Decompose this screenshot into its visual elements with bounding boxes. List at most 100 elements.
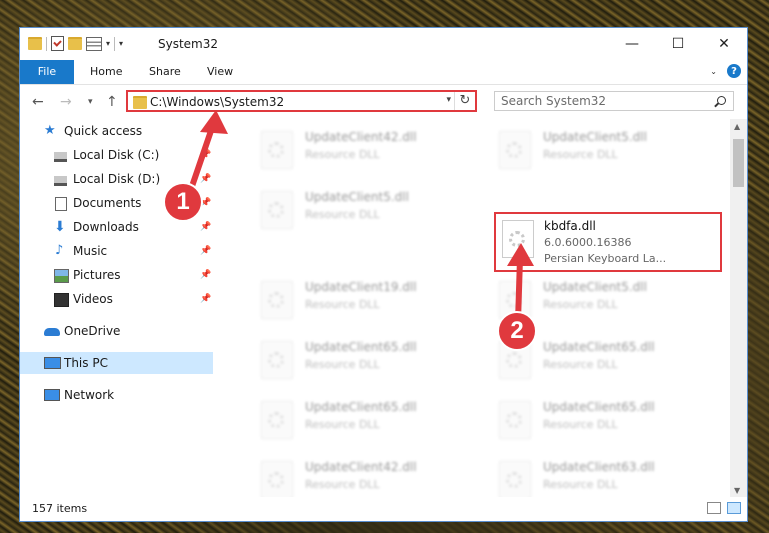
search-icon[interactable] (717, 96, 726, 105)
chevron-down-icon[interactable]: ▾ (106, 39, 110, 48)
nav-network[interactable]: Network (20, 384, 213, 406)
nav-pictures[interactable]: Pictures 📌 (20, 264, 213, 286)
cloud-icon (44, 328, 60, 336)
file-tile[interactable]: UpdateClient42.dll Resource DLL (249, 123, 449, 173)
file-description: Persian Keyboard La... (544, 252, 667, 265)
quick-access-toolbar: ▾ ▾ (28, 36, 123, 51)
properties-icon[interactable] (86, 36, 102, 51)
new-folder-icon[interactable] (68, 37, 82, 50)
refresh-icon[interactable]: ↻ (454, 92, 475, 110)
search-input[interactable]: Search System32 (494, 91, 734, 111)
file-name: UpdateClient5.dll (543, 280, 647, 294)
documents-icon (55, 197, 67, 211)
file-name: UpdateClient19.dll (305, 280, 417, 294)
folder-icon (133, 96, 147, 109)
explorer-window: ▾ ▾ System32 — ☐ ✕ File Home Share View … (19, 27, 748, 522)
maximize-button[interactable]: ☐ (655, 28, 701, 60)
pin-icon[interactable]: 📌 (200, 168, 211, 190)
tab-view[interactable]: View (193, 60, 247, 84)
search-placeholder: Search System32 (501, 94, 607, 108)
tab-share[interactable]: Share (135, 60, 195, 84)
nav-label: Documents (73, 196, 142, 210)
customize-toolbar-icon[interactable]: ▾ (119, 39, 123, 48)
file-name: UpdateClient65.dll (543, 400, 655, 414)
tab-home[interactable]: Home (76, 60, 136, 84)
nav-label: This PC (64, 356, 108, 370)
file-name: UpdateClient42.dll (305, 460, 417, 474)
file-name: UpdateClient65.dll (543, 340, 655, 354)
file-name: UpdateClient5.dll (305, 190, 409, 204)
dll-file-icon (261, 131, 293, 169)
file-description: Resource DLL (305, 358, 380, 371)
expand-ribbon-icon[interactable]: ⌄ (710, 67, 717, 76)
file-name: UpdateClient63.dll (543, 460, 655, 474)
pin-icon[interactable]: 📌 (200, 144, 211, 166)
file-tile[interactable]: UpdateClient19.dll Resource DLL (249, 273, 449, 323)
nav-label: Local Disk (C:) (73, 148, 160, 162)
nav-onedrive[interactable]: OneDrive (20, 320, 213, 342)
nav-local-disk-c[interactable]: Local Disk (C:) 📌 (20, 144, 213, 166)
vertical-scrollbar[interactable]: ▲ ▼ (730, 119, 747, 498)
pin-icon[interactable]: 📌 (200, 216, 211, 238)
file-description: Resource DLL (543, 478, 618, 491)
up-arrow-icon[interactable]: ↑ (106, 94, 118, 110)
step-1-badge: 1 (163, 182, 203, 222)
scroll-up-icon[interactable]: ▲ (734, 122, 740, 131)
scroll-down-icon[interactable]: ▼ (734, 486, 740, 495)
file-version: 6.0.6000.16386 (544, 236, 632, 249)
nav-label: OneDrive (64, 324, 121, 338)
star-icon: ★ (44, 123, 56, 138)
close-button[interactable]: ✕ (701, 28, 747, 60)
nav-label: Music (73, 244, 108, 258)
ribbon-tabs: File Home Share View ⌄ ? (20, 60, 747, 85)
nav-quick-access[interactable]: ★ Quick access (20, 120, 213, 142)
file-tile-highlighted[interactable]: kbdfa.dll 6.0.6000.16386 Persian Keyboar… (494, 212, 722, 272)
help-icon[interactable]: ? (727, 64, 741, 78)
item-count: 157 items (32, 502, 88, 515)
chevron-down-icon[interactable]: ▾ (446, 95, 451, 105)
recent-locations-icon[interactable]: ▾ (88, 97, 93, 107)
toolbar-divider (46, 36, 47, 51)
file-tile[interactable]: UpdateClient5.dll Resource DLL (249, 183, 449, 233)
status-bar: 157 items (20, 497, 747, 521)
pin-icon[interactable]: 📌 (200, 240, 211, 262)
scrollbar-thumb[interactable] (733, 139, 744, 187)
file-description: Resource DLL (543, 298, 618, 311)
file-tile[interactable]: UpdateClient65.dll Resource DLL (249, 393, 449, 443)
tiles-view-icon[interactable] (727, 502, 741, 514)
minimize-button[interactable]: — (609, 28, 655, 60)
forward-arrow-icon[interactable]: → (60, 94, 72, 110)
downloads-icon: ⬇ (54, 219, 66, 235)
file-tile[interactable]: UpdateClient5.dll Resource DLL (487, 123, 687, 173)
pictures-icon (54, 269, 69, 283)
dll-file-icon (261, 341, 293, 379)
dll-file-icon (261, 461, 293, 498)
pin-icon[interactable]: 📌 (200, 264, 211, 286)
properties-checkmark-icon[interactable] (51, 36, 64, 51)
file-description: Resource DLL (543, 148, 618, 161)
drive-icon (54, 176, 67, 186)
file-tile[interactable]: UpdateClient65.dll Resource DLL (487, 393, 687, 443)
address-path[interactable]: C:\Windows\System32 (150, 95, 284, 109)
dll-file-icon (499, 461, 531, 498)
address-bar[interactable]: C:\Windows\System32 ▾ ↻ (126, 90, 477, 112)
nav-this-pc[interactable]: This PC (20, 352, 213, 374)
nav-music[interactable]: ♪ Music 📌 (20, 240, 213, 262)
file-name: UpdateClient42.dll (305, 130, 417, 144)
details-view-icon[interactable] (707, 502, 721, 514)
tab-file[interactable]: File (20, 60, 74, 84)
back-arrow-icon[interactable]: ← (32, 94, 44, 110)
file-name: UpdateClient65.dll (305, 400, 417, 414)
file-tile[interactable]: UpdateClient65.dll Resource DLL (249, 333, 449, 383)
folder-icon (28, 37, 42, 50)
dll-file-icon (499, 401, 531, 439)
nav-label: Pictures (73, 268, 121, 282)
nav-videos[interactable]: Videos 📌 (20, 288, 213, 310)
pin-icon[interactable]: 📌 (200, 288, 211, 310)
dll-file-icon (261, 191, 293, 229)
file-list: UpdateClient42.dll Resource DLL UpdateCl… (231, 119, 731, 498)
nav-label: Videos (73, 292, 113, 306)
file-tile[interactable]: UpdateClient42.dll Resource DLL (249, 453, 449, 498)
computer-icon (44, 357, 61, 369)
file-tile[interactable]: UpdateClient63.dll Resource DLL (487, 453, 687, 498)
